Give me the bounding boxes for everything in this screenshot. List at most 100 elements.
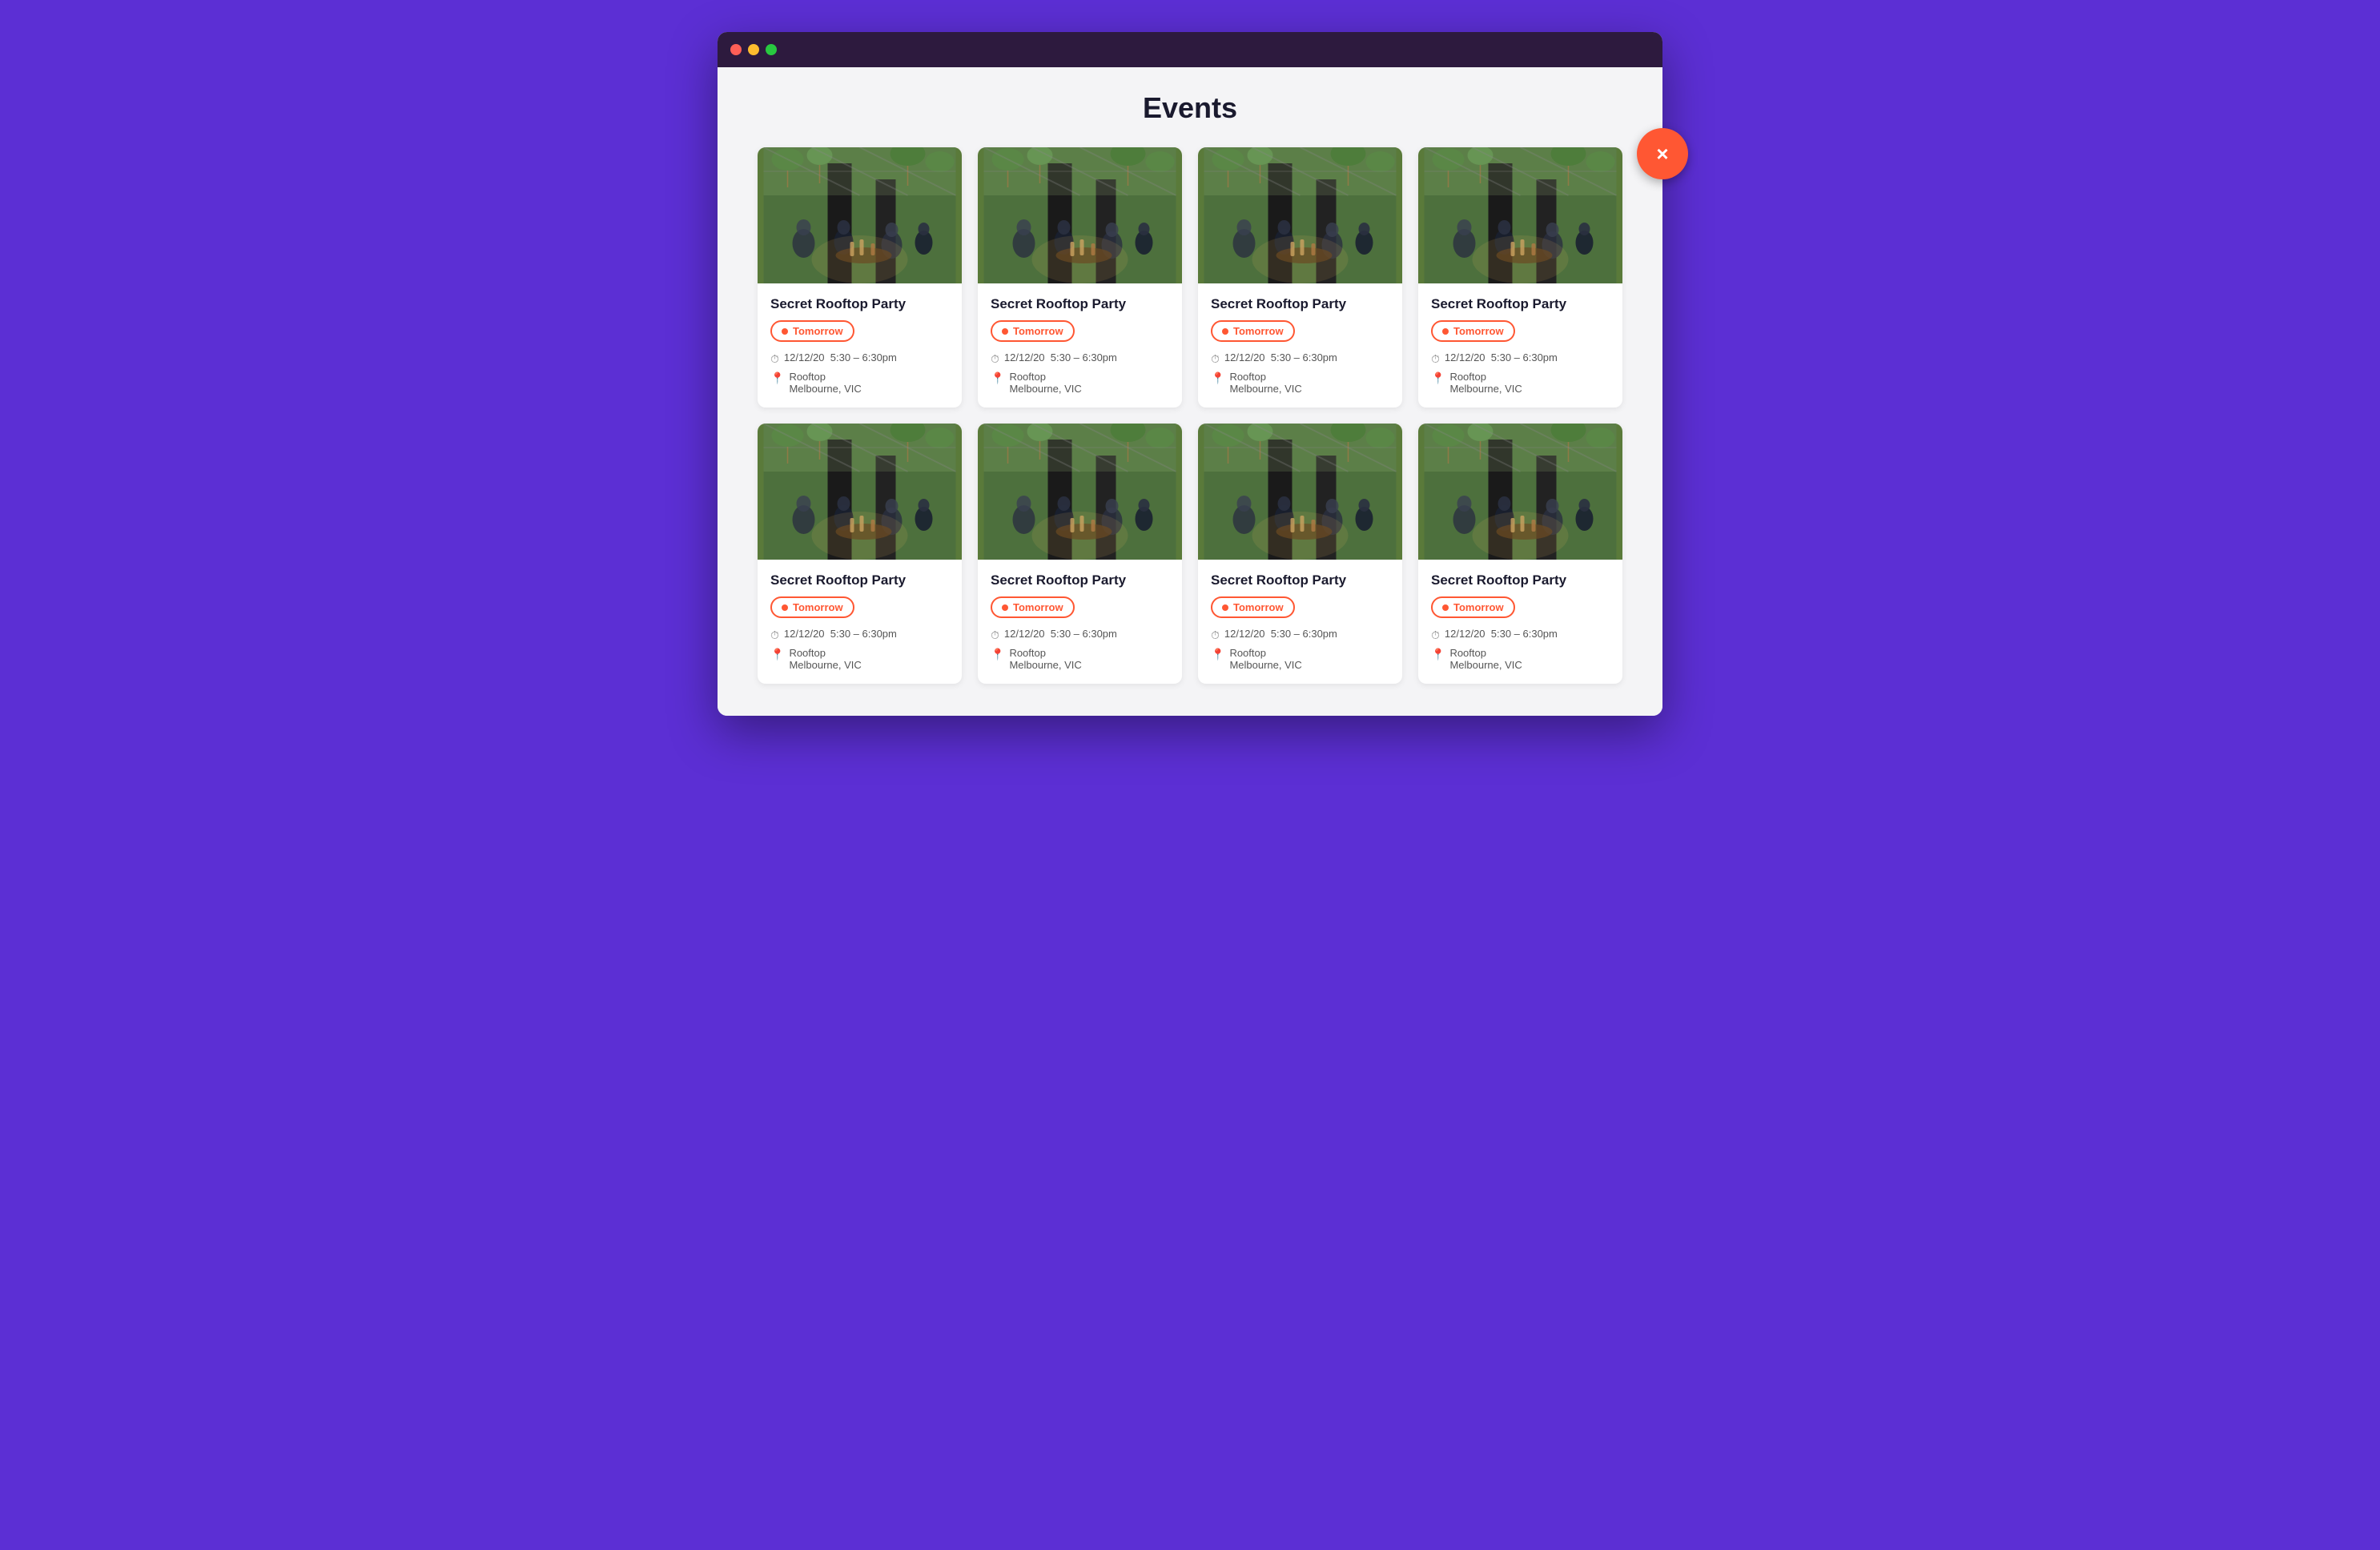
event-venue: RooftopMelbourne, VIC <box>1229 647 1301 671</box>
event-date-row: ⏱ 12/12/20 5:30 – 6:30pm <box>1211 351 1389 366</box>
tomorrow-label: Tomorrow <box>1453 325 1504 337</box>
tomorrow-label: Tomorrow <box>1013 601 1063 613</box>
tomorrow-dot <box>1222 604 1228 611</box>
clock-icon: ⏱ <box>991 352 999 366</box>
clock-icon: ⏱ <box>991 628 999 642</box>
browser-window: Events <box>718 32 1662 716</box>
event-info: Secret Rooftop Party Tomorrow ⏱ 12/12/20… <box>1198 283 1402 408</box>
event-name: Secret Rooftop Party <box>991 572 1169 588</box>
event-image <box>1418 424 1622 560</box>
event-image <box>978 147 1182 283</box>
event-image <box>758 424 962 560</box>
event-date: 12/12/20 5:30 – 6:30pm <box>1445 628 1558 640</box>
clock-icon: ⏱ <box>770 628 779 642</box>
location-icon: 📍 <box>1431 371 1445 385</box>
tomorrow-dot <box>1442 604 1449 611</box>
event-image <box>758 147 962 283</box>
event-info: Secret Rooftop Party Tomorrow ⏱ 12/12/20… <box>978 283 1182 408</box>
clock-icon: ⏱ <box>1211 352 1220 366</box>
event-date-row: ⏱ 12/12/20 5:30 – 6:30pm <box>1431 628 1610 642</box>
event-name: Secret Rooftop Party <box>1211 572 1389 588</box>
event-image <box>978 424 1182 560</box>
tomorrow-badge[interactable]: Tomorrow <box>991 320 1075 342</box>
event-info: Secret Rooftop Party Tomorrow ⏱ 12/12/20… <box>1418 283 1622 408</box>
event-name: Secret Rooftop Party <box>1211 296 1389 312</box>
tomorrow-label: Tomorrow <box>1013 325 1063 337</box>
event-venue-row: 📍 RooftopMelbourne, VIC <box>1431 371 1610 395</box>
event-card[interactable]: Secret Rooftop Party Tomorrow ⏱ 12/12/20… <box>978 424 1182 684</box>
event-date: 12/12/20 5:30 – 6:30pm <box>1224 628 1337 640</box>
tomorrow-label: Tomorrow <box>1233 325 1284 337</box>
tomorrow-badge[interactable]: Tomorrow <box>1211 596 1295 618</box>
tomorrow-dot <box>1002 328 1008 335</box>
tomorrow-dot <box>1002 604 1008 611</box>
event-venue: RooftopMelbourne, VIC <box>1009 647 1081 671</box>
event-card[interactable]: Secret Rooftop Party Tomorrow ⏱ 12/12/20… <box>1418 147 1622 408</box>
clock-icon: ⏱ <box>1431 352 1440 366</box>
event-card[interactable]: Secret Rooftop Party Tomorrow ⏱ 12/12/20… <box>758 147 962 408</box>
event-date-row: ⏱ 12/12/20 5:30 – 6:30pm <box>1211 628 1389 642</box>
event-name: Secret Rooftop Party <box>991 296 1169 312</box>
location-icon: 📍 <box>991 648 1004 661</box>
event-info: Secret Rooftop Party Tomorrow ⏱ 12/12/20… <box>758 560 962 684</box>
event-info: Secret Rooftop Party Tomorrow ⏱ 12/12/20… <box>1418 560 1622 684</box>
event-card[interactable]: Secret Rooftop Party Tomorrow ⏱ 12/12/20… <box>1418 424 1622 684</box>
close-icon: × <box>1656 143 1668 164</box>
event-card[interactable]: Secret Rooftop Party Tomorrow ⏱ 12/12/20… <box>758 424 962 684</box>
tomorrow-dot <box>1222 328 1228 335</box>
event-date-row: ⏱ 12/12/20 5:30 – 6:30pm <box>1431 351 1610 366</box>
event-info: Secret Rooftop Party Tomorrow ⏱ 12/12/20… <box>758 283 962 408</box>
tomorrow-dot <box>1442 328 1449 335</box>
traffic-light-yellow[interactable] <box>748 44 759 55</box>
tomorrow-label: Tomorrow <box>793 325 843 337</box>
event-date-row: ⏱ 12/12/20 5:30 – 6:30pm <box>991 628 1169 642</box>
event-meta: ⏱ 12/12/20 5:30 – 6:30pm 📍 RooftopMelbou… <box>770 351 949 395</box>
event-meta: ⏱ 12/12/20 5:30 – 6:30pm 📍 RooftopMelbou… <box>1211 628 1389 671</box>
event-meta: ⏱ 12/12/20 5:30 – 6:30pm 📍 RooftopMelbou… <box>991 351 1169 395</box>
event-date: 12/12/20 5:30 – 6:30pm <box>1224 351 1337 363</box>
tomorrow-badge[interactable]: Tomorrow <box>1431 320 1515 342</box>
tomorrow-badge[interactable]: Tomorrow <box>1211 320 1295 342</box>
tomorrow-badge[interactable]: Tomorrow <box>991 596 1075 618</box>
tomorrow-dot <box>782 604 788 611</box>
tomorrow-badge[interactable]: Tomorrow <box>770 320 854 342</box>
location-icon: 📍 <box>770 371 784 385</box>
browser-content: Events <box>718 67 1662 716</box>
tomorrow-badge[interactable]: Tomorrow <box>1431 596 1515 618</box>
traffic-light-red[interactable] <box>730 44 742 55</box>
event-date: 12/12/20 5:30 – 6:30pm <box>784 351 897 363</box>
event-venue: RooftopMelbourne, VIC <box>789 371 861 395</box>
event-date: 12/12/20 5:30 – 6:30pm <box>1004 628 1117 640</box>
clock-icon: ⏱ <box>1431 628 1440 642</box>
tomorrow-badge[interactable]: Tomorrow <box>770 596 854 618</box>
event-venue: RooftopMelbourne, VIC <box>1449 647 1522 671</box>
event-info: Secret Rooftop Party Tomorrow ⏱ 12/12/20… <box>978 560 1182 684</box>
event-card[interactable]: Secret Rooftop Party Tomorrow ⏱ 12/12/20… <box>978 147 1182 408</box>
event-image <box>1198 424 1402 560</box>
event-meta: ⏱ 12/12/20 5:30 – 6:30pm 📍 RooftopMelbou… <box>1431 628 1610 671</box>
events-grid: Secret Rooftop Party Tomorrow ⏱ 12/12/20… <box>758 147 1622 684</box>
tomorrow-label: Tomorrow <box>793 601 843 613</box>
event-name: Secret Rooftop Party <box>1431 296 1610 312</box>
event-card[interactable]: Secret Rooftop Party Tomorrow ⏱ 12/12/20… <box>1198 424 1402 684</box>
event-image <box>1198 147 1402 283</box>
event-date-row: ⏱ 12/12/20 5:30 – 6:30pm <box>770 628 949 642</box>
event-date: 12/12/20 5:30 – 6:30pm <box>1004 351 1117 363</box>
event-card[interactable]: Secret Rooftop Party Tomorrow ⏱ 12/12/20… <box>1198 147 1402 408</box>
clock-icon: ⏱ <box>770 352 779 366</box>
location-icon: 📍 <box>1431 648 1445 661</box>
location-icon: 📍 <box>1211 648 1224 661</box>
traffic-light-green[interactable] <box>766 44 777 55</box>
location-icon: 📍 <box>1211 371 1224 385</box>
event-name: Secret Rooftop Party <box>1431 572 1610 588</box>
event-venue-row: 📍 RooftopMelbourne, VIC <box>1211 371 1389 395</box>
event-image <box>1418 147 1622 283</box>
event-name: Secret Rooftop Party <box>770 296 949 312</box>
close-button[interactable]: × <box>1637 128 1688 179</box>
page-title: Events <box>758 91 1622 125</box>
tomorrow-label: Tomorrow <box>1233 601 1284 613</box>
event-venue: RooftopMelbourne, VIC <box>1449 371 1522 395</box>
event-date: 12/12/20 5:30 – 6:30pm <box>784 628 897 640</box>
event-name: Secret Rooftop Party <box>770 572 949 588</box>
clock-icon: ⏱ <box>1211 628 1220 642</box>
